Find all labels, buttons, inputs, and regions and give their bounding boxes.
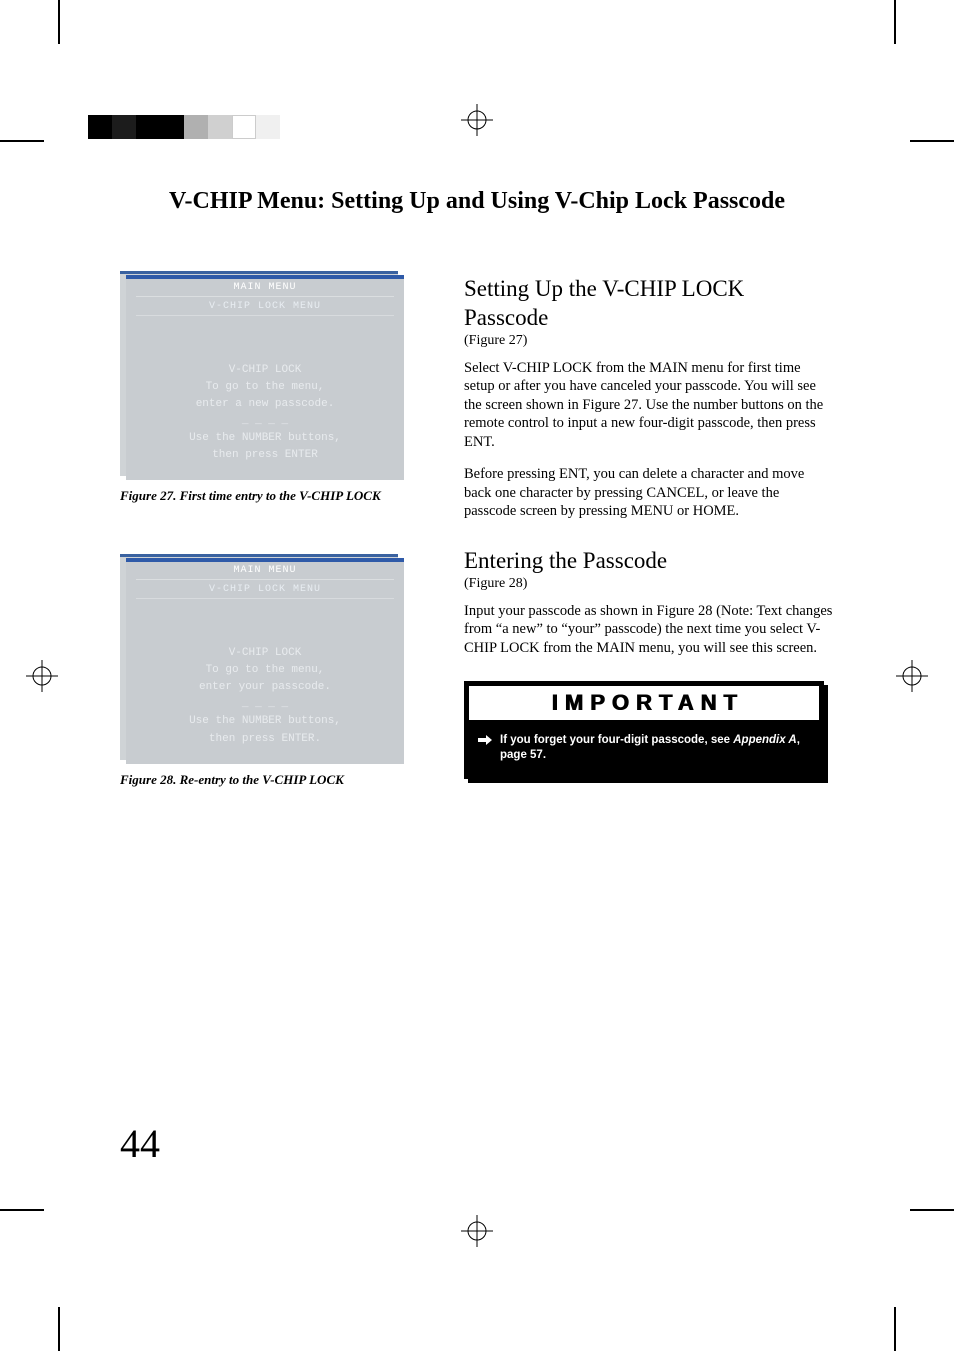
tv-line: _ _ _ _ — [136, 413, 394, 430]
figure-reference: (Figure 28) — [464, 576, 834, 592]
figure-reference: (Figure 27) — [464, 333, 834, 349]
page-content: V-CHIP Menu: Setting Up and Using V-Chip… — [66, 148, 888, 1203]
crop-mark — [58, 1307, 60, 1351]
tv-line: then press ENTER. — [136, 731, 394, 748]
tv-screen-figure-28: MAIN MENU V-CHIP LOCK MENU V-CHIP LOCK T… — [126, 558, 404, 763]
registration-target-icon — [461, 1215, 493, 1247]
tv-line: enter your passcode. — [136, 679, 394, 696]
registration-target-icon — [26, 660, 58, 692]
figure-caption: Figure 27. First time entry to the V-CHI… — [120, 488, 430, 504]
tv-line: _ _ _ _ — [136, 696, 394, 713]
crop-mark — [894, 1307, 896, 1351]
tv-line: then press ENTER — [136, 447, 394, 464]
right-column: Setting Up the V-CHIP LOCK Passcode (Fig… — [464, 275, 834, 842]
body-paragraph: Select V-CHIP LOCK from the MAIN menu fo… — [464, 359, 834, 452]
body-paragraph: Input your passcode as shown in Figure 2… — [464, 602, 834, 658]
important-callout: IMPORTANT If you forget your four-digit … — [464, 681, 824, 779]
important-heading: IMPORTANT — [469, 686, 819, 720]
page-title: V-CHIP Menu: Setting Up and Using V-Chip… — [120, 188, 834, 215]
tv-line: Use the NUMBER buttons, — [136, 430, 394, 447]
tv-subheader: V-CHIP LOCK MENU — [136, 584, 394, 599]
grayscale-calibration-bar — [88, 115, 280, 139]
section-heading: Entering the Passcode — [464, 547, 834, 576]
figure-caption: Figure 28. Re-entry to the V-CHIP LOCK — [120, 772, 430, 788]
tv-line: V-CHIP LOCK — [136, 645, 394, 662]
tv-line: enter a new passcode. — [136, 396, 394, 413]
section-heading: Setting Up the V-CHIP LOCK Passcode — [464, 275, 834, 333]
registration-target-icon — [461, 104, 493, 136]
tv-header: MAIN MENU — [136, 564, 394, 580]
registration-target-icon — [896, 660, 928, 692]
tv-line: Use the NUMBER buttons, — [136, 713, 394, 730]
tv-line: V-CHIP LOCK — [136, 362, 394, 379]
crop-mark — [58, 0, 60, 44]
crop-mark — [0, 140, 44, 142]
crop-mark — [910, 140, 954, 142]
crop-mark — [894, 0, 896, 44]
body-paragraph: Before pressing ENT, you can delete a ch… — [464, 465, 834, 521]
tv-header: MAIN MENU — [136, 281, 394, 297]
important-text: If you forget your four-digit passcode, … — [500, 733, 810, 763]
tv-subheader: V-CHIP LOCK MENU — [136, 301, 394, 316]
page-number: 44 — [120, 1120, 160, 1167]
arrow-right-icon — [478, 734, 492, 751]
crop-mark — [910, 1209, 954, 1211]
left-column: MAIN MENU V-CHIP LOCK MENU V-CHIP LOCK T… — [120, 275, 430, 842]
tv-line: To go to the menu, — [136, 379, 394, 396]
crop-mark — [0, 1209, 44, 1211]
tv-screen-figure-27: MAIN MENU V-CHIP LOCK MENU V-CHIP LOCK T… — [126, 275, 404, 480]
tv-line: To go to the menu, — [136, 662, 394, 679]
